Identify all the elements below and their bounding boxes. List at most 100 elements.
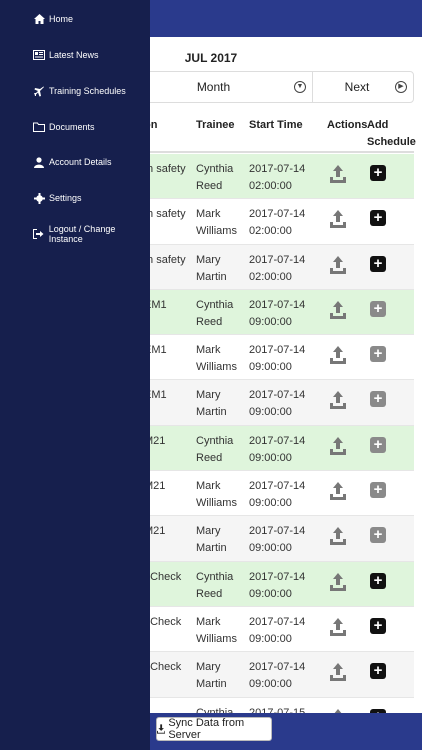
start-time: 02:00:00 <box>249 270 292 283</box>
add-schedule-icon[interactable]: + <box>370 482 386 499</box>
course-cell: t Check <box>144 661 182 674</box>
month-view-label: Month <box>196 80 231 94</box>
course-cell: M21 <box>144 525 166 538</box>
trainee-cell: Cynthia Reed <box>196 434 234 464</box>
course-cell: th safety <box>144 163 186 175</box>
start-date: 2017-07-14 <box>249 253 306 266</box>
trainee-cell: Cynthia Reed <box>196 163 234 192</box>
start-time-cell: 2017-07-15 <box>249 705 319 713</box>
start-time: 09:00:00 <box>249 451 292 464</box>
start-time: 09:00:00 <box>249 497 292 510</box>
course-cell: EM1 <box>144 389 167 402</box>
start-date: 2017-07-14 <box>249 298 306 311</box>
drawer-item-latest-news[interactable]: Latest News <box>0 43 150 67</box>
drawer-item-documents[interactable]: Documents <box>0 115 150 139</box>
next-month-button[interactable]: Next ▶ <box>313 72 413 102</box>
course-cell: t Check <box>144 615 182 628</box>
start-time: 02:00:00 <box>249 225 292 238</box>
logout-icon <box>33 228 45 240</box>
trainee-cell: Mary Martin <box>196 525 227 555</box>
drawer-item-label: Training Schedules <box>49 86 126 96</box>
course-cell: th safety <box>144 253 186 266</box>
start-time: 09:00:00 <box>249 632 292 645</box>
upload-icon[interactable] <box>329 572 347 592</box>
newspaper-icon <box>33 49 45 61</box>
column-header-add-schedule: Add Schedule <box>367 119 416 148</box>
sync-data-button[interactable]: Sync Data from Server <box>156 717 272 741</box>
add-schedule-icon[interactable]: + <box>370 300 386 317</box>
trainee-cell: Cynthia Reed <box>196 298 234 328</box>
navigation-drawer: Home Latest News Training Schedules Documen… <box>0 0 150 750</box>
drawer-item-home[interactable]: Home <box>0 7 150 31</box>
drawer-item-logout-change-instance[interactable]: Logout / Change Instance <box>0 222 150 246</box>
folder-icon <box>33 121 45 133</box>
start-time: 02:00:00 <box>249 180 292 192</box>
start-time: 09:00:00 <box>249 587 292 600</box>
course-cell: M21 <box>144 434 166 447</box>
trainee-cell: Mark Williams <box>196 344 237 374</box>
upload-icon[interactable] <box>329 255 347 275</box>
drawer-item-label: Account Details <box>49 157 112 167</box>
drawer-item-label: Latest News <box>49 50 99 60</box>
start-time-cell: 2017-07-14 09:00:00 <box>249 569 319 603</box>
start-time: 09:00:00 <box>249 315 292 328</box>
drawer-item-label: Documents <box>49 122 95 132</box>
start-date: 2017-07-14 <box>249 434 306 447</box>
start-date: 2017-07-14 <box>249 344 306 357</box>
trainee-cell: Mark Williams <box>196 208 237 238</box>
drawer-item-account-details[interactable]: Account Details <box>0 150 150 174</box>
drawer-item-settings[interactable]: Settings <box>0 186 150 210</box>
add-schedule-icon[interactable]: + <box>370 165 386 181</box>
start-date: 2017-07-14 <box>249 661 306 674</box>
course-cell: EM1 <box>144 344 167 357</box>
add-schedule-icon[interactable]: + <box>370 527 386 544</box>
column-header-actions: Actions <box>327 119 368 131</box>
start-time-cell: 2017-07-14 09:00:00 <box>249 523 319 557</box>
trainee-cell: Cynthia <box>196 706 234 713</box>
upload-icon[interactable] <box>329 300 347 320</box>
trainee-cell: Mark Williams <box>196 480 237 510</box>
upload-icon[interactable] <box>329 345 347 365</box>
trainee-cell: Mary Martin <box>196 253 227 283</box>
add-schedule-icon[interactable]: + <box>370 663 386 680</box>
trainee-cell: Mary Martin <box>196 661 227 691</box>
drawer-item-label: Logout / Change Instance <box>48 224 116 244</box>
start-date: 2017-07-14 <box>249 389 306 402</box>
start-time-cell: 2017-07-14 02:00:00 <box>249 206 319 240</box>
add-schedule-icon[interactable]: + <box>370 255 386 272</box>
start-time: 09:00:00 <box>249 406 292 419</box>
add-schedule-icon[interactable]: + <box>370 572 386 589</box>
plane-icon <box>33 85 45 97</box>
start-date: 2017-07-14 <box>249 208 306 221</box>
course-cell: M21 <box>144 480 166 493</box>
current-month-label: JUL 2017 <box>184 51 238 65</box>
upload-icon[interactable] <box>329 390 347 410</box>
start-date: 2017-07-14 <box>249 480 306 493</box>
column-header-start-time: Start Time <box>249 119 303 131</box>
arrow-down-circle-icon: ▼ <box>294 81 306 93</box>
upload-icon[interactable] <box>329 436 347 456</box>
add-schedule-icon[interactable]: + <box>370 391 386 408</box>
add-schedule-icon[interactable]: + <box>370 210 386 227</box>
add-schedule-icon[interactable]: + <box>370 436 386 453</box>
arrow-right-circle-icon: ▶ <box>395 81 407 93</box>
column-header-trainee: Trainee <box>196 119 235 131</box>
trainee-cell: Mary Martin <box>196 389 227 419</box>
drawer-item-label: Settings <box>49 193 82 203</box>
download-icon <box>157 724 166 734</box>
add-schedule-icon[interactable]: + <box>370 617 386 634</box>
upload-icon[interactable] <box>329 617 347 637</box>
course-cell: t Check <box>144 570 182 583</box>
add-schedule-icon[interactable]: + <box>370 346 386 363</box>
upload-icon[interactable] <box>329 481 347 501</box>
upload-icon[interactable] <box>329 164 347 184</box>
start-date: 2017-07-14 <box>249 163 306 175</box>
upload-icon[interactable] <box>329 662 347 682</box>
trainee-cell: Mark Williams <box>196 615 237 645</box>
start-time-cell: 2017-07-14 09:00:00 <box>249 433 319 467</box>
sync-data-label: Sync Data from Server <box>168 717 245 741</box>
upload-icon[interactable] <box>329 526 347 546</box>
upload-icon[interactable] <box>329 209 347 229</box>
drawer-item-label: Home <box>49 14 74 24</box>
drawer-item-training-schedules[interactable]: Training Schedules <box>0 79 150 103</box>
